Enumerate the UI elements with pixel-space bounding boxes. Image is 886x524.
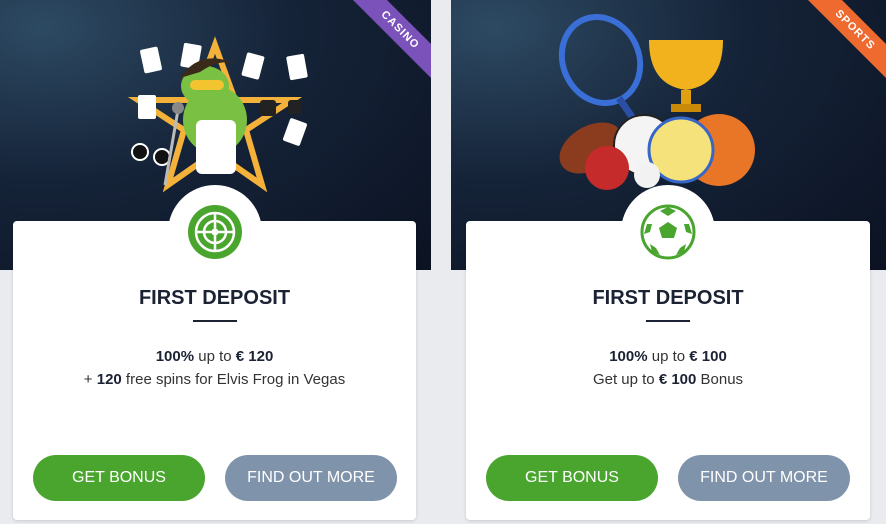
ribbon-label: CASINO: [345, 0, 431, 85]
extra-text: free spins for Elvis Frog in Vegas: [121, 371, 346, 388]
casino-offer-card: FIRST DEPOSIT 100% up to € 120 + 120 fre…: [13, 185, 416, 520]
offer-extra-line: + 120 free spins for Elvis Frog in Vegas: [13, 371, 416, 388]
find-out-more-button[interactable]: FIND OUT MORE: [225, 455, 397, 501]
title-divider: [192, 320, 237, 322]
get-bonus-button[interactable]: GET BONUS: [33, 455, 205, 501]
casino-offer-panel: CASINO FIRST DEPOSIT 100% up to € 120 + …: [0, 0, 431, 524]
offer-bonus-line: 100% up to € 120: [13, 348, 416, 365]
roulette-icon: [187, 205, 242, 259]
icon-badge: [621, 185, 715, 279]
ribbon-label: SPORTS: [800, 0, 886, 85]
bonus-amount: € 120: [235, 348, 274, 365]
free-spins-count: 120: [96, 371, 122, 388]
bonus-text: up to: [194, 348, 236, 365]
casino-ribbon: CASINO: [341, 0, 431, 90]
sports-ribbon: SPORTS: [796, 0, 886, 90]
bonus-text: up to: [647, 348, 690, 365]
sports-offer-panel: SPORTS FIRST DEPOSIT 100% up to € 100 Ge…: [451, 0, 886, 524]
offer-extra-line: Get up to € 100 Bonus: [466, 371, 870, 388]
extra-prefix: Get up to: [592, 371, 659, 388]
sports-offer-card: FIRST DEPOSIT 100% up to € 100 Get up to…: [466, 185, 870, 520]
get-bonus-button[interactable]: GET BONUS: [486, 455, 658, 501]
find-out-more-button[interactable]: FIND OUT MORE: [678, 455, 850, 501]
title-divider: [646, 320, 690, 322]
icon-badge: [167, 185, 262, 279]
offer-bonus-line: 100% up to € 100: [466, 348, 870, 365]
extra-prefix: +: [83, 371, 97, 388]
offer-title: FIRST DEPOSIT: [592, 287, 744, 309]
bonus-percent: 100%: [155, 348, 195, 365]
extra-text: Bonus: [696, 371, 744, 388]
bonus-percent: 100%: [609, 348, 648, 365]
bonus-amount-extra: € 100: [658, 371, 697, 388]
offer-title: FIRST DEPOSIT: [138, 287, 291, 309]
soccer-ball-icon: [640, 204, 696, 260]
bonus-amount: € 100: [689, 348, 727, 365]
